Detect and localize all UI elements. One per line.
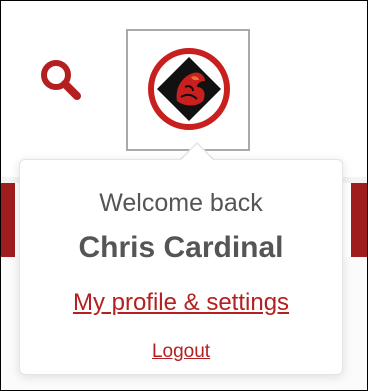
search-button[interactable] (37, 56, 93, 112)
logout-link[interactable]: Logout (20, 340, 342, 364)
cardinal-logo-icon (148, 48, 230, 130)
user-menu-popup: Welcome back Chris Cardinal My profile &… (19, 159, 343, 375)
user-avatar-button[interactable] (126, 29, 250, 151)
nav-bar-right (351, 183, 367, 257)
screenshot-frame: Welcome back Chris Cardinal My profile &… (0, 0, 368, 391)
welcome-text: Welcome back (99, 189, 263, 217)
profile-settings-link[interactable]: My profile & settings (20, 288, 342, 318)
popup-arrow (181, 144, 213, 160)
nav-bar-left (1, 183, 15, 257)
search-icon (41, 60, 81, 100)
user-name: Chris Cardinal (78, 231, 284, 264)
